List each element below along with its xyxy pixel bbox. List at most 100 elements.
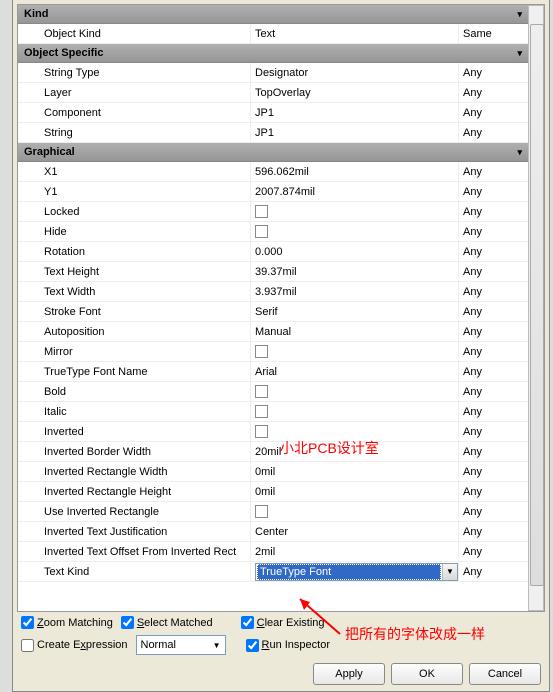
prop-value[interactable] bbox=[250, 222, 458, 241]
table-row[interactable]: Inverted Rectangle Width 0mil Any bbox=[18, 462, 544, 482]
prop-scope[interactable]: Same bbox=[458, 24, 518, 43]
checkbox[interactable] bbox=[246, 639, 259, 652]
select-matched-checkbox[interactable]: Select Matched bbox=[121, 616, 213, 629]
table-row[interactable]: Object Kind Text Same bbox=[18, 24, 544, 44]
checkbox[interactable] bbox=[255, 425, 268, 438]
table-row[interactable]: Italic Any bbox=[18, 402, 544, 422]
prop-value[interactable]: 2007.874mil bbox=[250, 182, 458, 201]
prop-value[interactable]: 39.37mil bbox=[250, 262, 458, 281]
prop-scope[interactable]: Any bbox=[458, 262, 518, 281]
text-kind-combobox[interactable]: TrueType Font ▼ bbox=[255, 563, 458, 581]
prop-value[interactable]: Arial bbox=[250, 362, 458, 381]
checkbox[interactable] bbox=[255, 405, 268, 418]
table-row[interactable]: Inverted Rectangle Height 0mil Any bbox=[18, 482, 544, 502]
prop-scope[interactable]: Any bbox=[458, 402, 518, 421]
prop-scope[interactable]: Any bbox=[458, 422, 518, 441]
prop-value[interactable]: Serif bbox=[250, 302, 458, 321]
prop-value[interactable]: 3.937mil bbox=[250, 282, 458, 301]
expression-mode-select[interactable]: Normal ▼ bbox=[136, 635, 226, 655]
table-row[interactable]: String Type Designator Any bbox=[18, 63, 544, 83]
prop-scope[interactable]: Any bbox=[458, 242, 518, 261]
table-row[interactable]: X1 596.062mil Any bbox=[18, 162, 544, 182]
apply-button[interactable]: Apply bbox=[313, 663, 385, 685]
prop-scope[interactable]: Any bbox=[458, 342, 518, 361]
checkbox[interactable] bbox=[121, 616, 134, 629]
table-row[interactable]: Autoposition Manual Any bbox=[18, 322, 544, 342]
prop-value[interactable]: Manual bbox=[250, 322, 458, 341]
prop-scope[interactable]: Any bbox=[458, 382, 518, 401]
prop-value[interactable]: 596.062mil bbox=[250, 162, 458, 181]
run-inspector-checkbox[interactable]: Run Inspector bbox=[246, 639, 331, 652]
prop-value[interactable]: TopOverlay bbox=[250, 83, 458, 102]
ok-button[interactable]: OK bbox=[391, 663, 463, 685]
prop-scope[interactable]: Any bbox=[458, 103, 518, 122]
table-row[interactable]: Use Inverted Rectangle Any bbox=[18, 502, 544, 522]
table-row[interactable]: Text Width 3.937mil Any bbox=[18, 282, 544, 302]
prop-value[interactable]: 0mil bbox=[250, 462, 458, 481]
prop-value-combo[interactable]: TrueType Font ▼ bbox=[250, 562, 458, 581]
prop-scope[interactable]: Any bbox=[458, 462, 518, 481]
prop-scope[interactable]: Any bbox=[458, 562, 518, 581]
prop-value[interactable]: 0mil bbox=[250, 482, 458, 501]
table-row[interactable]: Inverted Border Width 20mil Any bbox=[18, 442, 544, 462]
table-row[interactable]: Stroke Font Serif Any bbox=[18, 302, 544, 322]
chevron-down-icon[interactable]: ▼ bbox=[442, 564, 457, 580]
prop-scope[interactable]: Any bbox=[458, 83, 518, 102]
prop-scope[interactable]: Any bbox=[458, 162, 518, 181]
prop-value[interactable] bbox=[250, 202, 458, 221]
checkbox[interactable] bbox=[255, 345, 268, 358]
prop-scope[interactable]: Any bbox=[458, 63, 518, 82]
prop-value[interactable]: JP1 bbox=[250, 103, 458, 122]
prop-value[interactable]: Text bbox=[250, 24, 458, 43]
table-row-selected[interactable]: Text Kind TrueType Font ▼ Any bbox=[18, 562, 544, 582]
table-row[interactable]: Hide Any bbox=[18, 222, 544, 242]
prop-value[interactable] bbox=[250, 422, 458, 441]
table-row[interactable]: Layer TopOverlay Any bbox=[18, 83, 544, 103]
prop-value[interactable]: JP1 bbox=[250, 123, 458, 142]
checkbox[interactable] bbox=[255, 225, 268, 238]
checkbox[interactable] bbox=[255, 205, 268, 218]
checkbox[interactable] bbox=[255, 505, 268, 518]
table-row[interactable]: TrueType Font Name Arial Any bbox=[18, 362, 544, 382]
prop-scope[interactable]: Any bbox=[458, 182, 518, 201]
table-row[interactable]: Rotation 0.000 Any bbox=[18, 242, 544, 262]
prop-value[interactable]: Designator bbox=[250, 63, 458, 82]
checkbox[interactable] bbox=[241, 616, 254, 629]
table-row[interactable]: Locked Any bbox=[18, 202, 544, 222]
table-row[interactable]: Text Height 39.37mil Any bbox=[18, 262, 544, 282]
prop-scope[interactable]: Any bbox=[458, 522, 518, 541]
table-row[interactable]: Inverted Text Justification Center Any bbox=[18, 522, 544, 542]
prop-scope[interactable]: Any bbox=[458, 322, 518, 341]
table-row[interactable]: Mirror Any bbox=[18, 342, 544, 362]
checkbox[interactable] bbox=[21, 639, 34, 652]
section-graphical[interactable]: Graphical ▾ bbox=[18, 143, 544, 162]
prop-value[interactable] bbox=[250, 502, 458, 521]
table-row[interactable]: Inverted Text Offset From Inverted Rect … bbox=[18, 542, 544, 562]
checkbox[interactable] bbox=[21, 616, 34, 629]
prop-value[interactable]: Center bbox=[250, 522, 458, 541]
table-row[interactable]: String JP1 Any bbox=[18, 123, 544, 143]
table-row[interactable]: Inverted Any bbox=[18, 422, 544, 442]
checkbox[interactable] bbox=[255, 385, 268, 398]
prop-value[interactable]: 2mil bbox=[250, 542, 458, 561]
prop-value[interactable]: 20mil bbox=[250, 442, 458, 461]
prop-value[interactable]: 0.000 bbox=[250, 242, 458, 261]
prop-scope[interactable]: Any bbox=[458, 123, 518, 142]
prop-scope[interactable]: Any bbox=[458, 202, 518, 221]
prop-scope[interactable]: Any bbox=[458, 282, 518, 301]
table-row[interactable]: Bold Any bbox=[18, 382, 544, 402]
property-grid[interactable]: Kind ▾ Object Kind Text Same Object Spec… bbox=[17, 4, 545, 612]
table-row[interactable]: Component JP1 Any bbox=[18, 103, 544, 123]
prop-value[interactable] bbox=[250, 402, 458, 421]
create-expression-checkbox[interactable]: Create Expression bbox=[21, 639, 128, 652]
prop-scope[interactable]: Any bbox=[458, 482, 518, 501]
prop-scope[interactable]: Any bbox=[458, 222, 518, 241]
clear-existing-checkbox[interactable]: Clear Existing bbox=[241, 616, 325, 629]
section-kind[interactable]: Kind ▾ bbox=[18, 5, 544, 24]
prop-scope[interactable]: Any bbox=[458, 302, 518, 321]
prop-scope[interactable]: Any bbox=[458, 502, 518, 521]
prop-scope[interactable]: Any bbox=[458, 442, 518, 461]
prop-scope[interactable]: Any bbox=[458, 362, 518, 381]
prop-scope[interactable]: Any bbox=[458, 542, 518, 561]
cancel-button[interactable]: Cancel bbox=[469, 663, 541, 685]
